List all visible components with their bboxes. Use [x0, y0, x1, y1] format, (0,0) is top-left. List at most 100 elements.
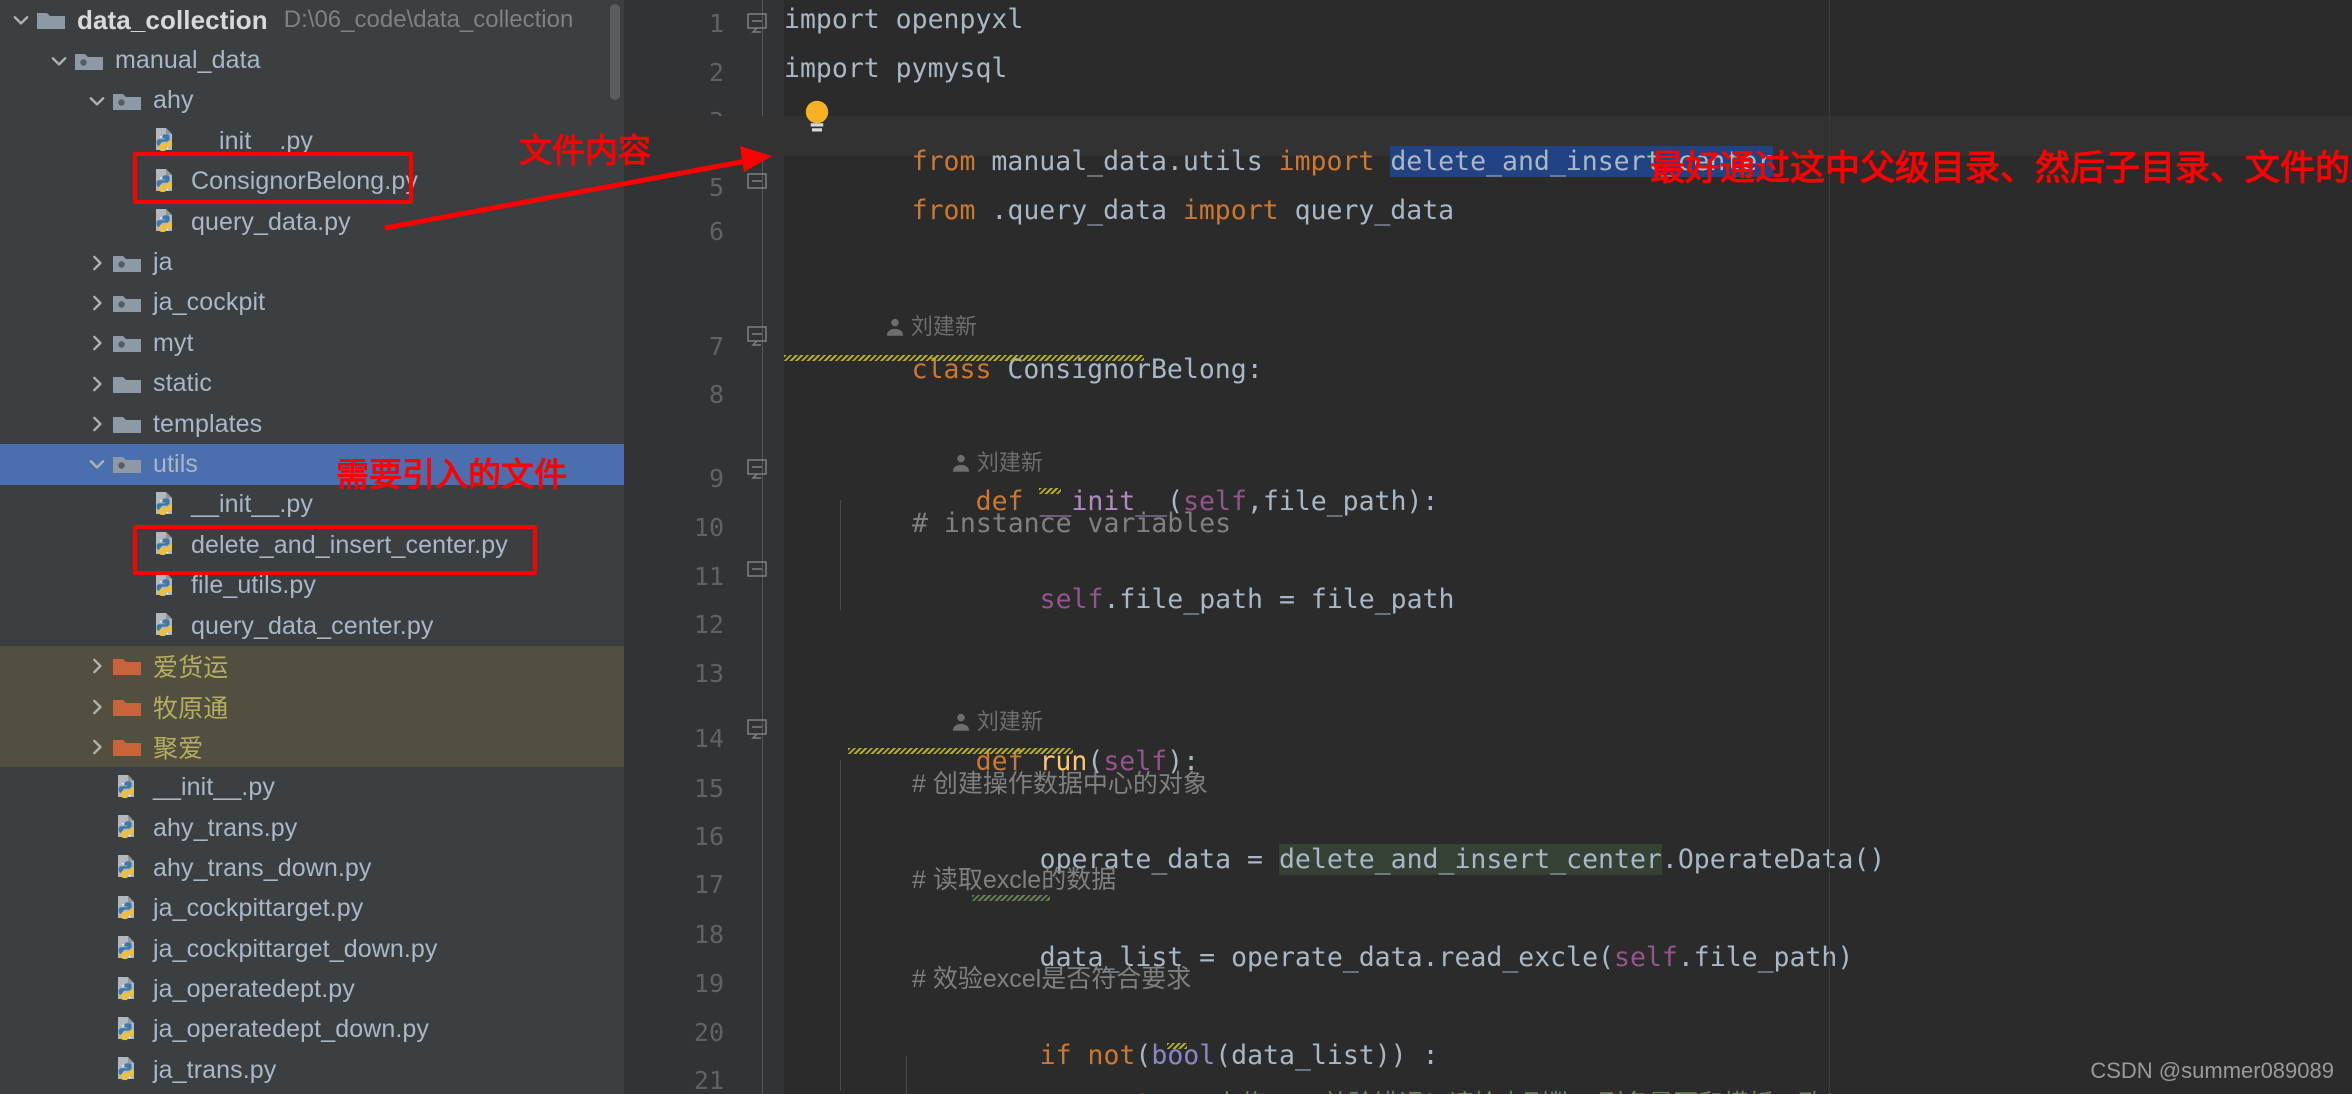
chevron-right-icon[interactable] — [84, 696, 110, 718]
warning-squiggle-run — [848, 748, 1073, 754]
tree-item-label: ahy_trans_down.py — [153, 853, 372, 882]
watermark-text: CSDN @summer089089 — [2090, 1058, 2334, 1083]
module-folder-icon — [110, 249, 144, 277]
tree-item-label: query_data.py — [191, 207, 351, 236]
code-line-5-target: query_data — [1278, 194, 1455, 226]
chevron-right-icon[interactable] — [84, 332, 110, 354]
tree-item-myt[interactable]: myt — [0, 323, 624, 363]
line-number: 5 — [708, 173, 724, 202]
chevron-down-icon[interactable] — [46, 50, 72, 72]
tree-item-ja_operatedept_downpy[interactable]: ja_operatedept_down.py — [0, 1010, 624, 1050]
tree-item-label: delete_and_insert_center.py — [191, 530, 508, 559]
line-number: 21 — [693, 1066, 724, 1094]
chevron-right-icon[interactable] — [84, 373, 110, 395]
tree-item-ja_operatedeptpy[interactable]: ja_operatedept.py — [0, 969, 624, 1009]
tree-item-ahy_trans_downpy[interactable]: ahy_trans_down.py — [0, 848, 624, 888]
line-number: 16 — [693, 822, 724, 851]
tree-item-label: ja — [153, 248, 173, 277]
tree-item-[interactable]: 爱货运 — [0, 646, 624, 687]
line-number: 8 — [708, 380, 724, 409]
tree-item-data_collection[interactable]: data_collection D:\06_code\data_collectio… — [0, 0, 624, 40]
tree-item-label: ja_cockpit — [153, 288, 266, 317]
tree-item-ja_transpy[interactable]: ja_trans.py — [0, 1050, 624, 1090]
module-folder-icon — [110, 289, 144, 317]
code-line-16-highlighted-symbol[interactable]: delete_and_insert_center — [1278, 843, 1662, 875]
tree-item-[interactable]: 聚爱 — [0, 727, 624, 768]
code-line-2: import pymysql — [784, 53, 1008, 84]
chevron-down-icon[interactable] — [84, 90, 110, 112]
tree-item-label: ConsignorBelong.py — [191, 167, 418, 196]
tree-item-ahy_transpy[interactable]: ahy_trans.py — [0, 808, 624, 848]
code-line-21-string: "上传excle效验错误！请检查列数、列名是否和模板一致！" — [1199, 1090, 1857, 1094]
tree-item-[interactable]: 牧原通 — [0, 686, 624, 728]
tree-item-manual_data[interactable]: manual_data — [0, 40, 624, 80]
code-line-5-module: .query_data — [975, 194, 1183, 226]
line-number: 7 — [708, 332, 724, 361]
tree-item-query_datapy[interactable]: query_data.py — [0, 202, 624, 242]
fold-marker-line-9[interactable] — [746, 458, 768, 480]
tree-item-query_data_centerpy[interactable]: query_data_center.py — [0, 606, 624, 646]
fold-marker-line-14[interactable] — [746, 718, 768, 740]
line-number: 6 — [708, 217, 724, 246]
chevron-right-icon[interactable] — [84, 413, 110, 435]
annotation-advice: 最好通过这中父级目录、然后子目录、文件的方式 — [1650, 149, 2352, 189]
tree-item-label: __init__.py — [191, 126, 314, 155]
chevron-right-icon[interactable] — [84, 655, 110, 677]
tree-item-file_utilspy[interactable]: file_utils.py — [0, 565, 624, 605]
tree-item-label: myt — [153, 328, 194, 357]
line-number: 9 — [708, 464, 724, 493]
tree-item-label: ahy_trans.py — [153, 813, 298, 842]
chevron-down-icon[interactable] — [8, 9, 34, 31]
tree-item-label: manual_data — [115, 46, 261, 75]
python-file-icon — [110, 1016, 144, 1044]
tree-item-label: 聚爱 — [153, 735, 204, 764]
code-line-17-comment: # 读取excle的数据 — [912, 866, 1117, 894]
tree-item-__init__py[interactable]: __init__.py — [0, 767, 624, 807]
fold-marker-line-5[interactable] — [746, 170, 768, 192]
python-file-icon — [148, 572, 182, 600]
code-line-5-from: from — [911, 194, 976, 226]
code-line-18-b: .file_path) — [1677, 941, 1854, 973]
indent-guide — [840, 760, 841, 1090]
tree-item-delete_and_insert_centerpy[interactable]: delete_and_insert_center.py — [0, 525, 624, 565]
tree-item-ja_cockpittarget_downpy[interactable]: ja_cockpittarget_down.py — [0, 929, 624, 969]
line-number: 17 — [693, 870, 724, 899]
python-file-icon — [110, 1056, 144, 1084]
tree-item-ja_cockpit[interactable]: ja_cockpit — [0, 283, 624, 323]
fold-marker-line-7[interactable] — [746, 325, 768, 347]
tree-item-ahy[interactable]: ahy — [0, 81, 624, 121]
tree-item-label: ahy — [153, 86, 194, 115]
tree-item-ja_cockpittargetpy[interactable]: ja_cockpittarget.py — [0, 889, 624, 929]
tree-item-label: ja_cockpittarget.py — [153, 894, 364, 923]
line-number: 11 — [693, 562, 724, 591]
code-line-9-rest: ,file_path): — [1246, 485, 1439, 517]
tree-item-label: 爱货运 — [153, 654, 229, 683]
fold-marker-line-1[interactable] — [746, 12, 768, 34]
fold-marker-line-11[interactable] — [746, 558, 768, 580]
line-number: 13 — [693, 659, 724, 688]
project-root-path: D:\06_code\data_collection — [283, 6, 574, 34]
tree-item-label: data_collection — [77, 4, 268, 35]
tree-item-ja[interactable]: ja — [0, 242, 624, 282]
tree-item-label: query_data_center.py — [191, 611, 434, 640]
chevron-down-icon[interactable] — [84, 453, 110, 475]
code-line-15-comment: # 创建操作数据中心的对象 — [912, 770, 1208, 798]
chevron-right-icon[interactable] — [84, 292, 110, 314]
tree-item-label: utils — [153, 449, 198, 478]
python-file-icon — [110, 935, 144, 963]
code-line-5-import: import — [1182, 194, 1279, 226]
python-file-icon — [110, 774, 144, 802]
chevron-right-icon[interactable] — [84, 736, 110, 758]
code-line-16-tail: .OperateData() — [1661, 843, 1886, 875]
tree-scrollbar[interactable] — [610, 4, 620, 100]
code-line-21-return: return — [1104, 1088, 1200, 1094]
tree-item-templates[interactable]: templates — [0, 404, 624, 444]
tree-item-label: __init__.py — [153, 773, 276, 802]
line-number: 18 — [693, 920, 724, 949]
tree-item-label: templates — [153, 409, 263, 438]
tree-item-label: __init__.py — [191, 490, 314, 519]
tree-item-static[interactable]: static — [0, 364, 624, 404]
line-number: 14 — [693, 724, 724, 753]
python-file-icon — [110, 854, 144, 882]
chevron-right-icon[interactable] — [84, 252, 110, 274]
